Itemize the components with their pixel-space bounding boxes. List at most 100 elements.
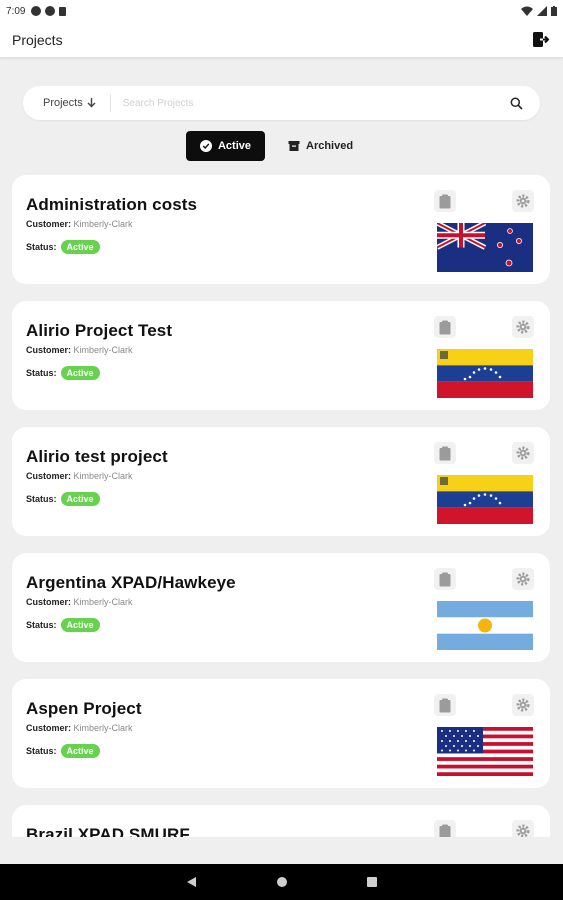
project-status: Status: Active xyxy=(26,618,100,632)
customer-value: Kimberly-Clark xyxy=(73,471,133,481)
page-title: Projects xyxy=(12,31,63,48)
status-badge: Active xyxy=(60,618,100,632)
project-customer: Customer: Kimberly-Clark xyxy=(26,723,133,733)
gear-icon xyxy=(516,320,530,334)
project-name: Brazil XPAD SMURF xyxy=(26,825,190,837)
system-icons xyxy=(521,6,557,16)
arrow-down-icon xyxy=(87,98,96,108)
project-customer: Customer: Kimberly-Clark xyxy=(26,219,133,229)
tab-active[interactable]: Active xyxy=(186,131,265,161)
signal-icon xyxy=(537,6,547,16)
project-customer: Customer: Kimberly-Clark xyxy=(26,345,133,355)
search-input[interactable] xyxy=(110,97,508,109)
customer-label: Customer: xyxy=(26,345,72,355)
project-customer: Customer: Kimberly-Clark xyxy=(26,471,133,481)
search-button[interactable] xyxy=(508,95,524,111)
clipboard-icon xyxy=(439,824,451,837)
clipboard-icon xyxy=(439,320,451,334)
clipboard-button[interactable] xyxy=(434,820,456,837)
project-card[interactable]: Argentina XPAD/Hawkeye Customer: Kimberl… xyxy=(12,553,550,662)
filter-dropdown[interactable]: Projects xyxy=(43,94,111,112)
search-icon xyxy=(510,97,523,110)
settings-button[interactable] xyxy=(512,442,534,464)
project-status: Status: Active xyxy=(26,744,100,758)
notification-b-icon xyxy=(45,6,56,16)
wifi-icon xyxy=(521,6,533,16)
notification-a-icon xyxy=(31,6,42,16)
clipboard-icon xyxy=(439,572,451,586)
clipboard-button[interactable] xyxy=(434,442,456,464)
flag-new-zealand-icon xyxy=(437,223,533,272)
project-name: Alirio test project xyxy=(26,447,168,466)
system-nav-bar xyxy=(0,864,563,900)
customer-label: Customer: xyxy=(26,219,72,229)
customer-label: Customer: xyxy=(26,597,72,607)
recents-icon[interactable] xyxy=(366,876,378,888)
customer-label: Customer: xyxy=(26,723,72,733)
customer-value: Kimberly-Clark xyxy=(73,597,133,607)
customer-value: Kimberly-Clark xyxy=(73,723,133,733)
status-badge: Active xyxy=(60,492,100,506)
clipboard-icon xyxy=(439,698,451,712)
flag-united-states-icon xyxy=(437,727,533,776)
customer-label: Customer: xyxy=(26,471,72,481)
status-badge: Active xyxy=(60,744,100,758)
project-list: Administration costs Customer: Kimberly-… xyxy=(12,172,550,837)
project-name: Alirio Project Test xyxy=(26,321,173,340)
tab-archived[interactable]: Archived xyxy=(288,131,353,161)
project-status: Status: Active xyxy=(26,366,100,380)
project-card[interactable]: Alirio test project Customer: Kimberly-C… xyxy=(12,427,550,536)
status-label: Status: xyxy=(26,242,57,252)
settings-button[interactable] xyxy=(512,820,534,837)
back-icon[interactable] xyxy=(186,876,198,888)
check-circle-icon xyxy=(199,140,212,152)
project-card[interactable]: Alirio Project Test Customer: Kimberly-C… xyxy=(12,301,550,410)
status-time: 7:09 xyxy=(6,5,26,17)
flag-argentina-icon xyxy=(437,601,533,650)
sim-icon xyxy=(59,6,67,16)
filter-label: Projects xyxy=(43,97,83,109)
status-bar: 7:09 xyxy=(0,0,563,22)
customer-value: Kimberly-Clark xyxy=(73,345,133,355)
project-card[interactable]: Aspen Project Customer: Kimberly-Clark S… xyxy=(12,679,550,788)
clipboard-button[interactable] xyxy=(434,190,456,212)
gear-icon xyxy=(516,824,530,837)
notification-icons xyxy=(31,6,67,16)
clipboard-button[interactable] xyxy=(434,694,456,716)
search-bar: Projects xyxy=(23,86,540,120)
project-status: Status: Active xyxy=(26,492,100,506)
project-name: Aspen Project xyxy=(26,699,142,718)
status-label: Status: xyxy=(26,746,57,756)
logout-icon xyxy=(533,32,550,47)
archive-icon xyxy=(288,141,300,151)
project-card[interactable]: Brazil XPAD SMURF xyxy=(12,805,550,837)
clipboard-icon xyxy=(439,446,451,460)
status-badge: Active xyxy=(60,240,100,254)
status-label: Status: xyxy=(26,368,57,378)
app-bar: Projects xyxy=(0,22,563,58)
project-customer: Customer: Kimberly-Clark xyxy=(26,597,133,607)
settings-button[interactable] xyxy=(512,568,534,590)
flag-venezuela-icon xyxy=(437,349,533,398)
logout-button[interactable] xyxy=(531,30,551,50)
settings-button[interactable] xyxy=(512,316,534,338)
status-badge: Active xyxy=(60,366,100,380)
tab-archived-label: Archived xyxy=(306,140,354,152)
clipboard-button[interactable] xyxy=(434,316,456,338)
tab-active-label: Active xyxy=(217,140,252,152)
gear-icon xyxy=(516,572,530,586)
battery-icon xyxy=(551,6,557,16)
project-status: Status: Active xyxy=(26,240,100,254)
customer-value: Kimberly-Clark xyxy=(73,219,133,229)
gear-icon xyxy=(516,446,530,460)
project-card[interactable]: Administration costs Customer: Kimberly-… xyxy=(12,175,550,284)
settings-button[interactable] xyxy=(512,694,534,716)
home-icon[interactable] xyxy=(276,876,288,888)
status-label: Status: xyxy=(26,494,57,504)
gear-icon xyxy=(516,194,530,208)
project-name: Administration costs xyxy=(26,195,198,214)
clipboard-button[interactable] xyxy=(434,568,456,590)
clipboard-icon xyxy=(439,194,451,208)
flag-venezuela-icon xyxy=(437,475,533,524)
settings-button[interactable] xyxy=(512,190,534,212)
